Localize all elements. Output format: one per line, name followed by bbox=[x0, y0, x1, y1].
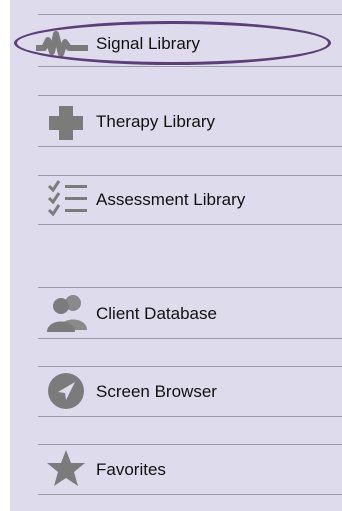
star-icon bbox=[46, 448, 86, 488]
sidebar-item-therapy-library[interactable]: Therapy Library bbox=[38, 100, 342, 144]
people-icon bbox=[46, 292, 87, 332]
sidebar-item-label: Therapy Library bbox=[96, 112, 216, 131]
sidebar-item-assessment-library[interactable]: Assessment Library bbox=[38, 178, 342, 222]
divider bbox=[38, 146, 342, 147]
plus-cross-icon bbox=[46, 102, 86, 142]
sidebar-item-label: Favorites bbox=[96, 460, 166, 479]
divider bbox=[38, 494, 342, 495]
divider bbox=[38, 95, 342, 96]
divider bbox=[38, 338, 342, 339]
sidebar-item-signal-library[interactable]: Signal Library bbox=[36, 22, 342, 66]
sidebar-item-label: Screen Browser bbox=[96, 382, 217, 401]
sidebar-item-favorites[interactable]: Favorites bbox=[38, 448, 342, 492]
sidebar-nav: Signal Library Therapy Library Assessmen… bbox=[10, 0, 342, 511]
sidebar-item-client-database[interactable]: Client Database bbox=[38, 292, 342, 336]
checklist-icon bbox=[46, 178, 87, 218]
sidebar-item-label: Signal Library bbox=[96, 34, 200, 53]
navigation-arrow-icon bbox=[46, 371, 86, 411]
divider bbox=[38, 14, 342, 15]
divider bbox=[38, 175, 342, 176]
divider bbox=[38, 287, 342, 288]
sidebar-item-label: Assessment Library bbox=[96, 190, 246, 209]
sidebar-item-screen-browser[interactable]: Screen Browser bbox=[38, 370, 342, 414]
divider bbox=[38, 224, 342, 225]
waveform-icon bbox=[36, 24, 96, 64]
divider bbox=[38, 416, 342, 417]
divider bbox=[38, 444, 342, 445]
sidebar-item-label: Client Database bbox=[96, 304, 217, 323]
divider bbox=[38, 66, 342, 67]
divider bbox=[38, 366, 342, 367]
